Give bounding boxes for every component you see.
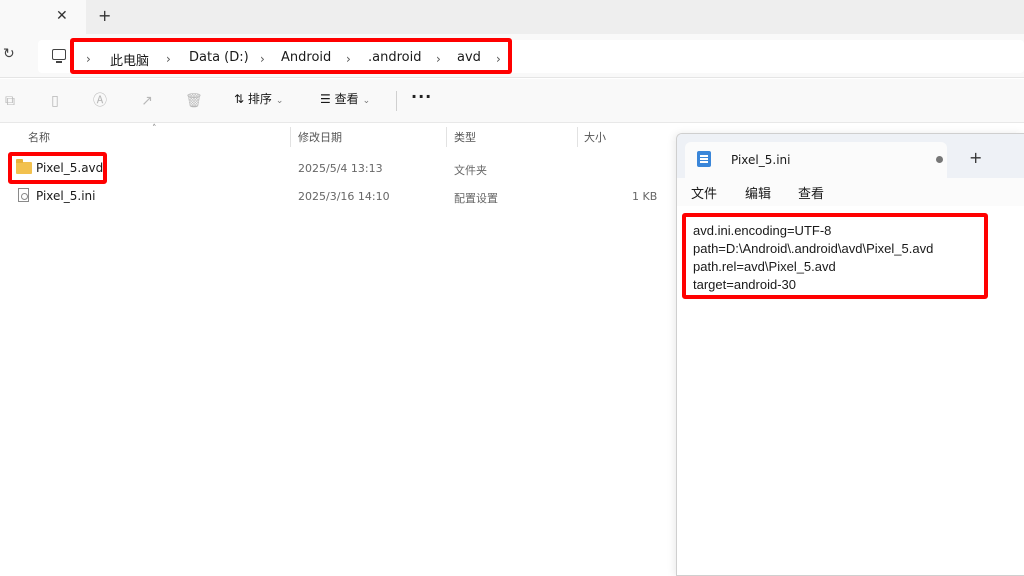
breadcrumb: › 此电脑 › Data (D:) › Android › .android ›…: [70, 38, 512, 74]
copy-icon[interactable]: ⧉: [2, 93, 18, 109]
file-list-header: 名称 修改日期 类型 大小: [0, 123, 680, 149]
column-name[interactable]: 名称: [28, 129, 50, 145]
explorer-tab[interactable]: ✕: [0, 0, 86, 34]
breadcrumb-data-drive[interactable]: Data (D:): [189, 50, 249, 65]
chevron-right-icon[interactable]: ›: [436, 52, 441, 66]
computer-icon: [52, 49, 66, 63]
column-type[interactable]: 类型: [454, 129, 476, 145]
sort-icon: ⇅: [234, 92, 248, 106]
file-row-pixel5-ini[interactable]: Pixel_5.ini 2025/3/16 14:10 配置设置 1 KB: [0, 183, 680, 209]
menu-file[interactable]: 文件: [691, 183, 717, 202]
file-size: 1 KB: [632, 190, 658, 203]
notepad-tab-bar: Pixel_5.ini +: [677, 134, 1024, 178]
breadcrumb-android[interactable]: Android: [281, 50, 331, 65]
view-button[interactable]: ☰ 查看 ⌄: [320, 90, 370, 112]
file-type: 配置设置: [454, 192, 498, 205]
command-bar: ⧉ ▯ Ⓐ ↗ 🗑 ⇅ 排序 ⌄ ☰ 查看 ⌄ ···: [0, 79, 1024, 123]
refresh-icon[interactable]: ↻: [3, 46, 15, 62]
notepad-tab[interactable]: Pixel_5.ini: [685, 142, 947, 178]
breadcrumb-dot-android[interactable]: .android: [368, 50, 421, 65]
breadcrumb-this-pc[interactable]: 此电脑: [110, 50, 149, 69]
screen: ✕ + ↻ › 此电脑 › Data (D:) › Android › .and…: [0, 0, 1024, 576]
column-divider[interactable]: [290, 127, 291, 147]
rename-icon[interactable]: Ⓐ: [92, 93, 108, 109]
menu-edit[interactable]: 编辑: [745, 183, 771, 202]
paste-icon[interactable]: ▯: [47, 93, 63, 109]
sort-button[interactable]: ⇅ 排序 ⌄: [234, 90, 283, 112]
folder-highlight-box: [8, 152, 107, 184]
file-name[interactable]: Pixel_5.ini: [36, 189, 95, 203]
notepad-new-tab-button[interactable]: +: [969, 148, 982, 167]
menu-view[interactable]: 查看: [798, 183, 824, 202]
chevron-right-icon: ›: [86, 52, 91, 66]
file-modified: 2025/5/4 13:13: [298, 162, 383, 175]
ini-file-icon: [18, 188, 29, 202]
content-highlight-box: [682, 213, 988, 299]
tab-strip: ✕ +: [0, 0, 1024, 34]
close-tab-icon[interactable]: ✕: [56, 8, 68, 24]
notepad-tab-title: Pixel_5.ini: [731, 153, 791, 167]
sort-label: 排序: [247, 92, 272, 106]
view-label: 查看: [334, 92, 359, 106]
file-type: 文件夹: [454, 164, 487, 177]
delete-icon[interactable]: 🗑: [185, 93, 203, 109]
new-tab-button[interactable]: +: [98, 6, 111, 25]
file-modified: 2025/3/16 14:10: [298, 190, 390, 203]
chevron-right-icon[interactable]: ›: [260, 52, 265, 66]
column-date-modified[interactable]: 修改日期: [298, 129, 342, 145]
breadcrumb-avd[interactable]: avd: [457, 50, 481, 65]
column-divider[interactable]: [446, 127, 447, 147]
chevron-down-icon: ⌄: [275, 96, 284, 106]
view-icon: ☰: [320, 92, 335, 106]
chevron-down-icon: ⌄: [362, 96, 371, 106]
chevron-right-icon[interactable]: ›: [346, 52, 351, 66]
more-options-button[interactable]: ···: [411, 87, 432, 106]
notepad-icon: [697, 151, 711, 167]
chevron-right-icon[interactable]: ›: [166, 52, 171, 66]
notepad-menu-bar: 文件 编辑 查看: [677, 178, 1024, 206]
column-divider[interactable]: [577, 127, 578, 147]
notepad-window: Pixel_5.ini + 文件 编辑 查看 avd.ini.encoding=…: [676, 133, 1024, 576]
unsaved-dot-icon[interactable]: [936, 156, 943, 163]
share-icon[interactable]: ↗: [139, 93, 155, 109]
chevron-right-icon[interactable]: ›: [496, 52, 501, 66]
toolbar-divider: [396, 91, 397, 111]
column-size[interactable]: 大小: [584, 129, 606, 145]
